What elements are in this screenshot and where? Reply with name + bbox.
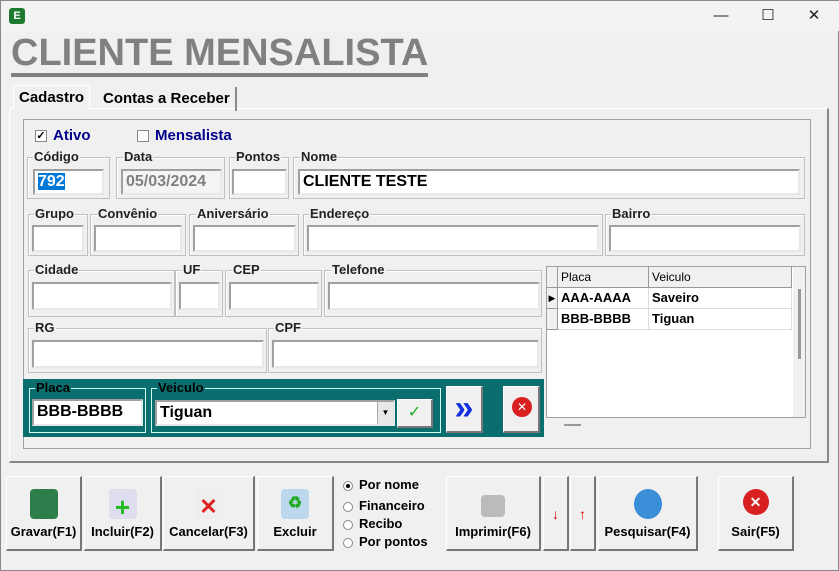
telefone-input[interactable]: [328, 282, 540, 310]
app-icon: E: [9, 8, 25, 24]
cidade-input[interactable]: [32, 282, 172, 310]
radio-label: Por nome: [359, 477, 419, 492]
horizontal-scrollbar[interactable]: [564, 424, 581, 426]
grupo-input[interactable]: [32, 225, 84, 252]
tab-contas-a-receber[interactable]: Contas a Receber: [98, 87, 237, 111]
grid-cell[interactable]: Saveiro: [649, 288, 792, 309]
convenio-input[interactable]: [94, 225, 182, 252]
codigo-value: 792: [38, 173, 65, 190]
excluir-label: Excluir: [273, 524, 317, 539]
uf-input[interactable]: [179, 282, 220, 310]
grid-cell[interactable]: BBB-BBBB: [558, 309, 649, 330]
row-selector[interactable]: [547, 309, 558, 330]
veiculo-value: Tiguan: [160, 404, 213, 421]
radio-por-nome[interactable]: Por nome: [343, 477, 419, 492]
arrow-up-icon: ↑: [579, 506, 586, 522]
rg-label: RG: [34, 320, 56, 335]
gravar-button[interactable]: Gravar(F1): [6, 476, 82, 551]
search-globe-icon: [633, 489, 662, 519]
imprimir-label: Imprimir(F6): [455, 524, 531, 539]
nome-label: Nome: [300, 149, 339, 164]
recycle-bin-icon: ♻: [281, 489, 309, 519]
chevron-down-icon[interactable]: ▼: [377, 402, 393, 424]
gravar-label: Gravar(F1): [10, 524, 77, 539]
row-indicator-icon: ▶: [547, 288, 558, 309]
endereco-input[interactable]: [307, 225, 599, 252]
check-icon: ✓: [407, 404, 422, 421]
cpf-input[interactable]: [272, 340, 539, 368]
minimize-button[interactable]: —: [698, 1, 744, 31]
arrow-down-icon: ↓: [552, 506, 559, 522]
placa-input[interactable]: BBB-BBBB: [32, 399, 143, 426]
excluir-button[interactable]: ♻ Excluir: [257, 476, 334, 551]
grid-cell[interactable]: AAA-AAAA: [558, 288, 649, 309]
grid-corner: [547, 267, 558, 288]
close-circle-icon: ✕: [512, 397, 532, 417]
remove-vehicle-button[interactable]: ✕: [503, 386, 540, 433]
cancelar-button[interactable]: ✕ Cancelar(F3): [163, 476, 255, 551]
pesquisar-button[interactable]: Pesquisar(F4): [598, 476, 698, 551]
radio-label: Recibo: [359, 516, 403, 531]
pontos-label: Pontos: [235, 149, 282, 164]
radio-label: Financeiro: [359, 498, 425, 513]
mensalista-checkbox[interactable]: Mensalista: [137, 127, 232, 144]
aniversario-label: Aniversário: [196, 206, 270, 221]
move-up-button[interactable]: ↑: [570, 476, 596, 551]
cancel-document-icon: ✕: [194, 489, 223, 519]
add-document-icon: +: [108, 489, 137, 522]
maximize-button[interactable]: ☐: [745, 1, 791, 31]
data-input[interactable]: 05/03/2024: [121, 169, 222, 195]
uf-label: UF: [182, 262, 202, 277]
pesquisar-label: Pesquisar(F4): [604, 524, 691, 539]
tab-cadastro[interactable]: Cadastro: [13, 85, 91, 109]
radio-por-pontos[interactable]: Por pontos: [343, 534, 428, 549]
cancelar-label: Cancelar(F3): [169, 524, 248, 539]
cep-label: CEP: [232, 262, 261, 277]
radio-label: Por pontos: [359, 534, 428, 549]
veiculo-label: Veiculo: [157, 380, 205, 395]
grupo-label: Grupo: [34, 206, 75, 221]
data-label: Data: [123, 149, 154, 164]
ativo-label: Ativo: [53, 127, 91, 144]
grid-header-veiculo[interactable]: Veiculo: [649, 267, 792, 288]
grid-cell[interactable]: Tiguan: [649, 309, 792, 330]
convenio-label: Convênio: [97, 206, 159, 221]
radio-financeiro[interactable]: Financeiro: [343, 498, 425, 513]
imprimir-button[interactable]: Imprimir(F6): [446, 476, 541, 551]
vehicle-grid[interactable]: Placa Veiculo ▶ AAA-AAAA Saveiro BBB-BBB…: [546, 266, 806, 418]
codigo-input[interactable]: 792: [33, 169, 104, 195]
aniversario-input[interactable]: [193, 225, 296, 252]
floppy-disk-icon: [29, 489, 58, 519]
incluir-label: Incluir(F2): [91, 524, 154, 539]
grid-header-placa[interactable]: Placa: [558, 267, 649, 288]
bairro-input[interactable]: [609, 225, 801, 252]
sair-label: Sair(F5): [731, 524, 780, 539]
nome-input[interactable]: CLIENTE TESTE: [298, 169, 800, 195]
add-vehicle-button[interactable]: »: [446, 386, 483, 433]
rg-input[interactable]: [32, 340, 264, 368]
printer-icon: [481, 495, 505, 517]
cidade-label: Cidade: [34, 262, 80, 277]
codigo-label: Código: [33, 149, 80, 164]
exit-icon: ✕: [742, 489, 769, 515]
move-down-button[interactable]: ↓: [543, 476, 569, 551]
veiculo-select[interactable]: Tiguan ▼: [155, 400, 395, 426]
bairro-label: Bairro: [611, 206, 652, 221]
confirm-vehicle-button[interactable]: ✓: [397, 399, 433, 428]
sair-button[interactable]: ✕ Sair(F5): [718, 476, 794, 551]
ativo-checkbox[interactable]: ✓ Ativo: [35, 127, 91, 144]
incluir-button[interactable]: + Incluir(F2): [84, 476, 162, 551]
page-title: CLIENTE MENSALISTA: [11, 33, 429, 77]
radio-recibo[interactable]: Recibo: [343, 516, 402, 531]
double-chevron-right-icon: »: [454, 389, 474, 427]
close-button[interactable]: ✕: [791, 1, 837, 31]
placa-label: Placa: [35, 380, 71, 395]
cpf-label: CPF: [274, 320, 302, 335]
pontos-input[interactable]: [232, 169, 287, 195]
mensalista-label: Mensalista: [155, 127, 232, 144]
telefone-label: Telefone: [331, 262, 386, 277]
endereco-label: Endereço: [309, 206, 371, 221]
vertical-scrollbar[interactable]: [793, 267, 805, 417]
cep-input[interactable]: [229, 282, 319, 310]
